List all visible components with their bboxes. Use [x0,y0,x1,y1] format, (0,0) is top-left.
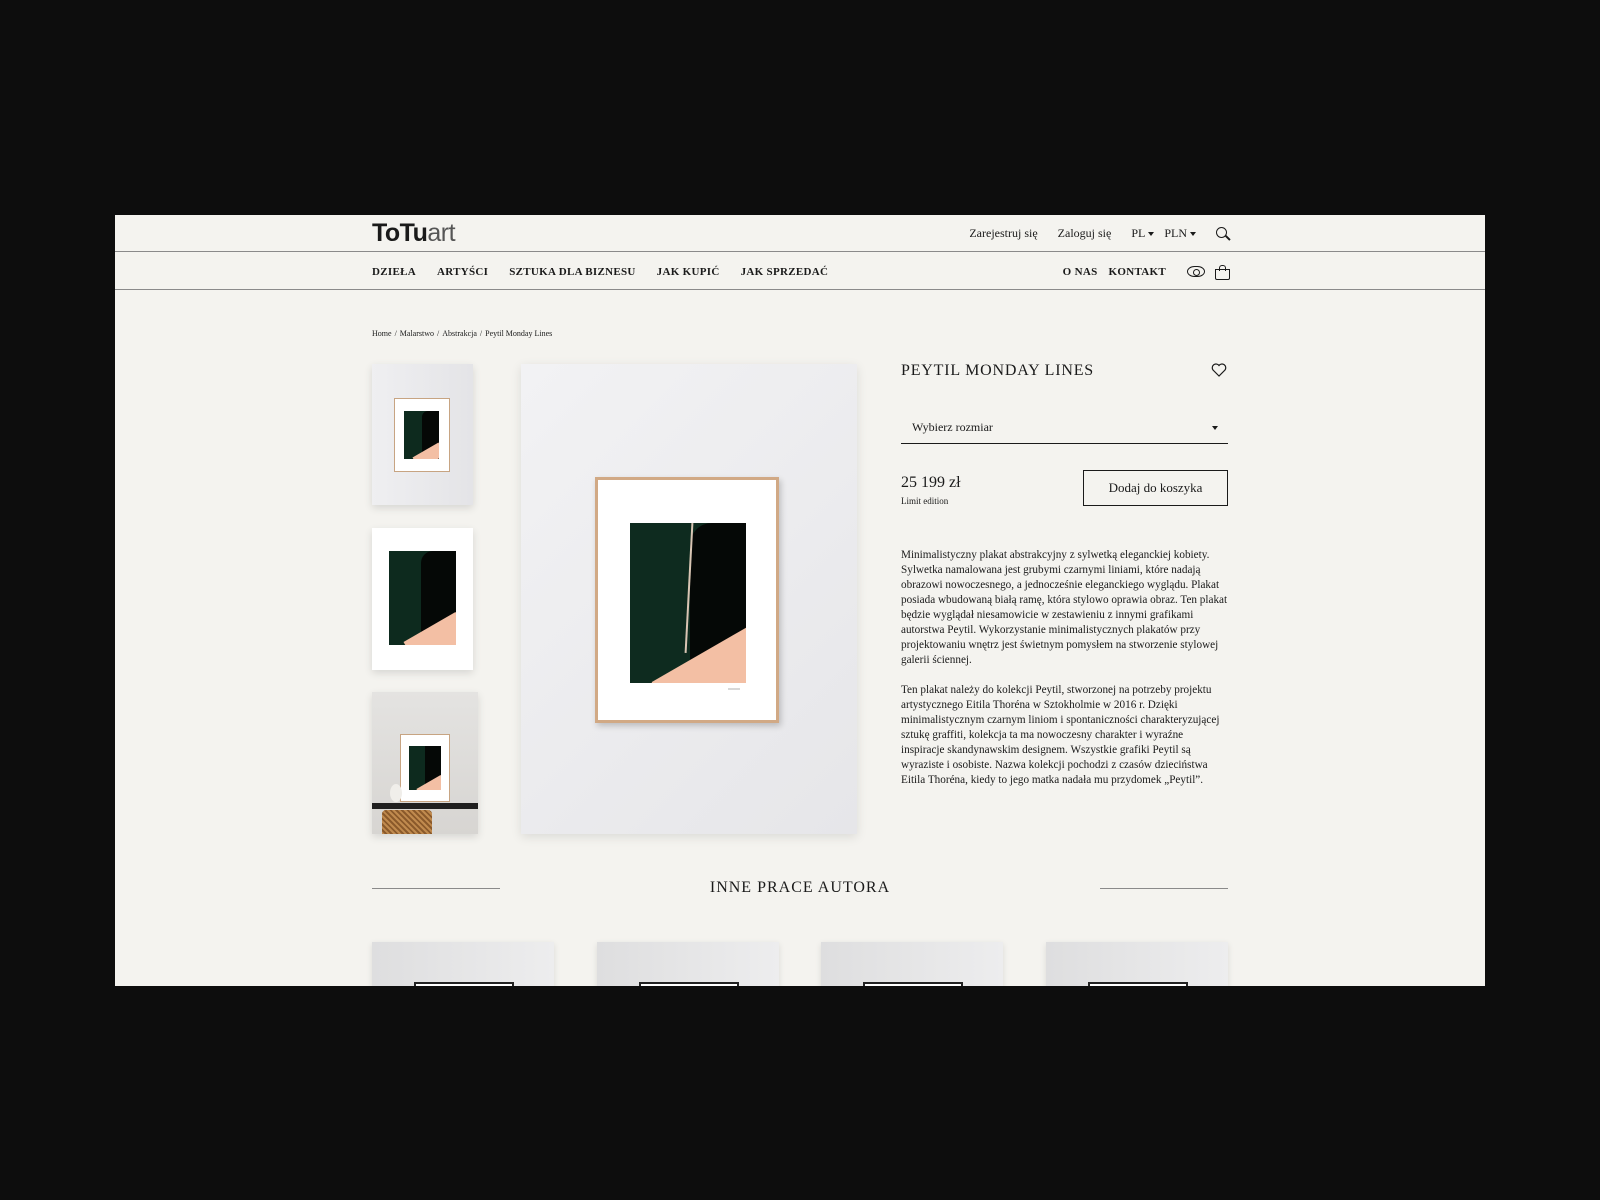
language-select[interactable]: PL [1131,226,1155,241]
main-frame [595,477,779,723]
breadcrumb: Home / Malarstwo / Abstrakcja / Peytil M… [372,329,552,338]
logo-bold: ToTu [372,219,428,247]
nav-item-dziela[interactable]: DZIEŁA [372,266,416,278]
breadcrumb-malarstwo[interactable]: Malarstwo [400,329,434,338]
nav-item-jak-kupic[interactable]: JAK KUPIĆ [657,266,720,278]
chair [382,810,432,834]
language-value: PL [1131,226,1146,240]
top-bar: ToTuart Zarejestruj się Zaloguj się PL P… [115,215,1485,252]
nav-item-sztuka-dla-biznesu[interactable]: SZTUKA DLA BIZNESU [509,266,635,278]
product-title: PEYTIL MONDAY LINES [901,362,1094,379]
nav-item-o-nas[interactable]: O NAS [1063,266,1098,278]
other-work-card[interactable] [597,942,779,986]
nav-icons [1187,264,1230,280]
nav-item-jak-sprzedac[interactable]: JAK SPRZEDAĆ [741,266,829,278]
size-select-placeholder: Wybierz rozmiar [912,420,993,434]
breadcrumb-separator: / [479,329,483,338]
signature [728,688,740,690]
thumbnail-artwork [409,746,441,790]
chevron-down-icon [1148,231,1155,236]
chevron-down-icon [1212,426,1218,430]
logo-light: art [427,219,456,247]
edition-label: Limit edition [901,496,949,506]
desk [372,803,478,809]
breadcrumb-separator: / [437,329,440,338]
chevron-down-icon [1190,231,1196,236]
currency-value: PLN [1164,226,1187,240]
other-work-card[interactable] [372,942,554,986]
thumbnail-framed[interactable] [372,364,473,505]
thumbnail-print[interactable] [372,528,473,670]
login-link[interactable]: Zaloguj się [1058,226,1112,241]
thumbnail-frame [400,734,450,802]
thumbnail-artwork [404,411,439,459]
other-work-card[interactable] [821,942,1003,986]
currency-select[interactable]: PLN [1164,226,1196,241]
breadcrumb-abstrakcja[interactable]: Abstrakcja [442,329,477,338]
search-icon[interactable] [1216,226,1230,241]
product-price: 25 199 zł [901,474,961,491]
size-select[interactable]: Wybierz rozmiar [901,414,1228,444]
top-links: Zarejestruj się Zaloguj się PL PLN [969,215,1230,252]
add-to-cart-button[interactable]: Dodaj do koszyka [1083,470,1228,506]
heart-icon[interactable] [1211,363,1227,377]
register-link[interactable]: Zarejestruj się [969,226,1037,241]
nav-left: DZIEŁA ARTYŚCI SZTUKA DLA BIZNESU JAK KU… [372,253,828,290]
product-description: Minimalistyczny plakat abstrakcyjny z sy… [901,548,1229,803]
breadcrumb-home[interactable]: Home [372,329,392,338]
description-paragraph: Ten plakat należy do kolekcji Peytil, st… [901,684,1220,786]
other-work-card[interactable] [1046,942,1228,986]
main-product-image[interactable] [521,364,857,834]
logo[interactable]: ToTuart [372,219,456,247]
nav-item-kontakt[interactable]: KONTAKT [1108,266,1166,278]
page-frame: ToTuart Zarejestruj się Zaloguj się PL P… [115,215,1485,986]
breadcrumb-current: Peytil Monday Lines [485,329,553,338]
section-title: INNE PRACE AUTORA [709,879,891,896]
nav-right: O NAS KONTAKT [1063,253,1230,290]
lamp [390,784,402,802]
description-paragraph: Minimalistyczny plakat abstrakcyjny z sy… [901,549,1228,666]
thumbnail-interior[interactable] [372,692,478,834]
nav-item-artysci[interactable]: ARTYŚCI [437,266,488,278]
main-artwork [630,523,746,683]
thumbnail-frame [394,398,450,472]
main-nav: DZIEŁA ARTYŚCI SZTUKA DLA BIZNESU JAK KU… [115,253,1485,290]
breadcrumb-separator: / [394,329,397,338]
basket-icon[interactable] [1215,264,1230,280]
thumbnail-artwork [389,551,456,645]
eye-icon[interactable] [1187,266,1205,277]
